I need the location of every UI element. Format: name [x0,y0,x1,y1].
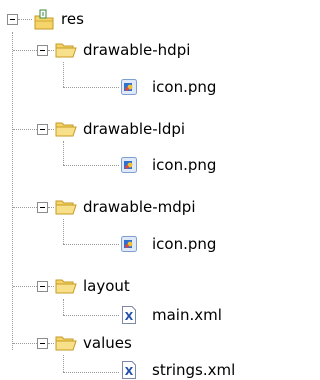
tree-guide-line [63,219,64,244]
tree-connector [13,129,37,130]
collapse-toggle-values[interactable] [37,338,48,349]
tree-node-icon-png[interactable]: icon.png [152,155,216,175]
tree-connector [63,87,119,88]
collapse-toggle-res[interactable] [7,14,18,25]
project-tree: res drawable-hdpi icon.png drawable-ldpi… [0,0,262,380]
tree-node-strings-xml[interactable]: strings.xml [152,360,235,380]
folder-open-icon [55,43,77,58]
tree-connector [63,165,119,166]
xml-file-icon: X [122,361,136,379]
tree-guide-line [63,299,64,315]
tree-connector [13,343,37,344]
tree-node-layout[interactable]: layout [83,276,130,296]
tree-node-res[interactable]: res [61,9,84,29]
resource-folder-icon [34,9,54,30]
tree-connector [13,207,37,208]
tree-guide-line [63,62,64,87]
collapse-toggle-layout[interactable] [37,281,48,292]
svg-text:X: X [125,310,134,323]
tree-connector [18,19,32,20]
tree-connector [48,207,54,208]
folder-open-icon [55,279,77,294]
collapse-toggle-drawable-hdpi[interactable] [37,45,48,56]
tree-node-drawable-mdpi[interactable]: drawable-mdpi [83,197,196,217]
png-image-icon [121,236,137,252]
collapse-toggle-drawable-ldpi[interactable] [37,124,48,135]
tree-guide-line [63,355,64,372]
folder-open-icon [55,122,77,137]
tree-guide-line [12,32,13,350]
tree-connector [48,286,54,287]
xml-file-icon: X [122,306,136,324]
tree-connector [48,129,54,130]
tree-connector [63,372,119,373]
tree-connector [13,50,37,51]
folder-open-icon [55,336,77,351]
folder-open-icon [55,200,77,215]
tree-node-values[interactable]: values [83,333,132,353]
png-image-icon [121,79,137,95]
tree-connector [63,315,119,316]
tree-connector [48,50,54,51]
tree-node-icon-png[interactable]: icon.png [152,77,216,97]
tree-connector [48,343,54,344]
tree-node-drawable-hdpi[interactable]: drawable-hdpi [83,40,190,60]
svg-text:X: X [125,365,134,378]
tree-node-drawable-ldpi[interactable]: drawable-ldpi [83,119,185,139]
tree-node-main-xml[interactable]: main.xml [152,305,222,325]
tree-node-icon-png[interactable]: icon.png [152,234,216,254]
tree-guide-line [63,141,64,165]
tree-connector [63,244,119,245]
tree-connector [13,286,37,287]
png-image-icon [121,157,137,173]
collapse-toggle-drawable-mdpi[interactable] [37,202,48,213]
